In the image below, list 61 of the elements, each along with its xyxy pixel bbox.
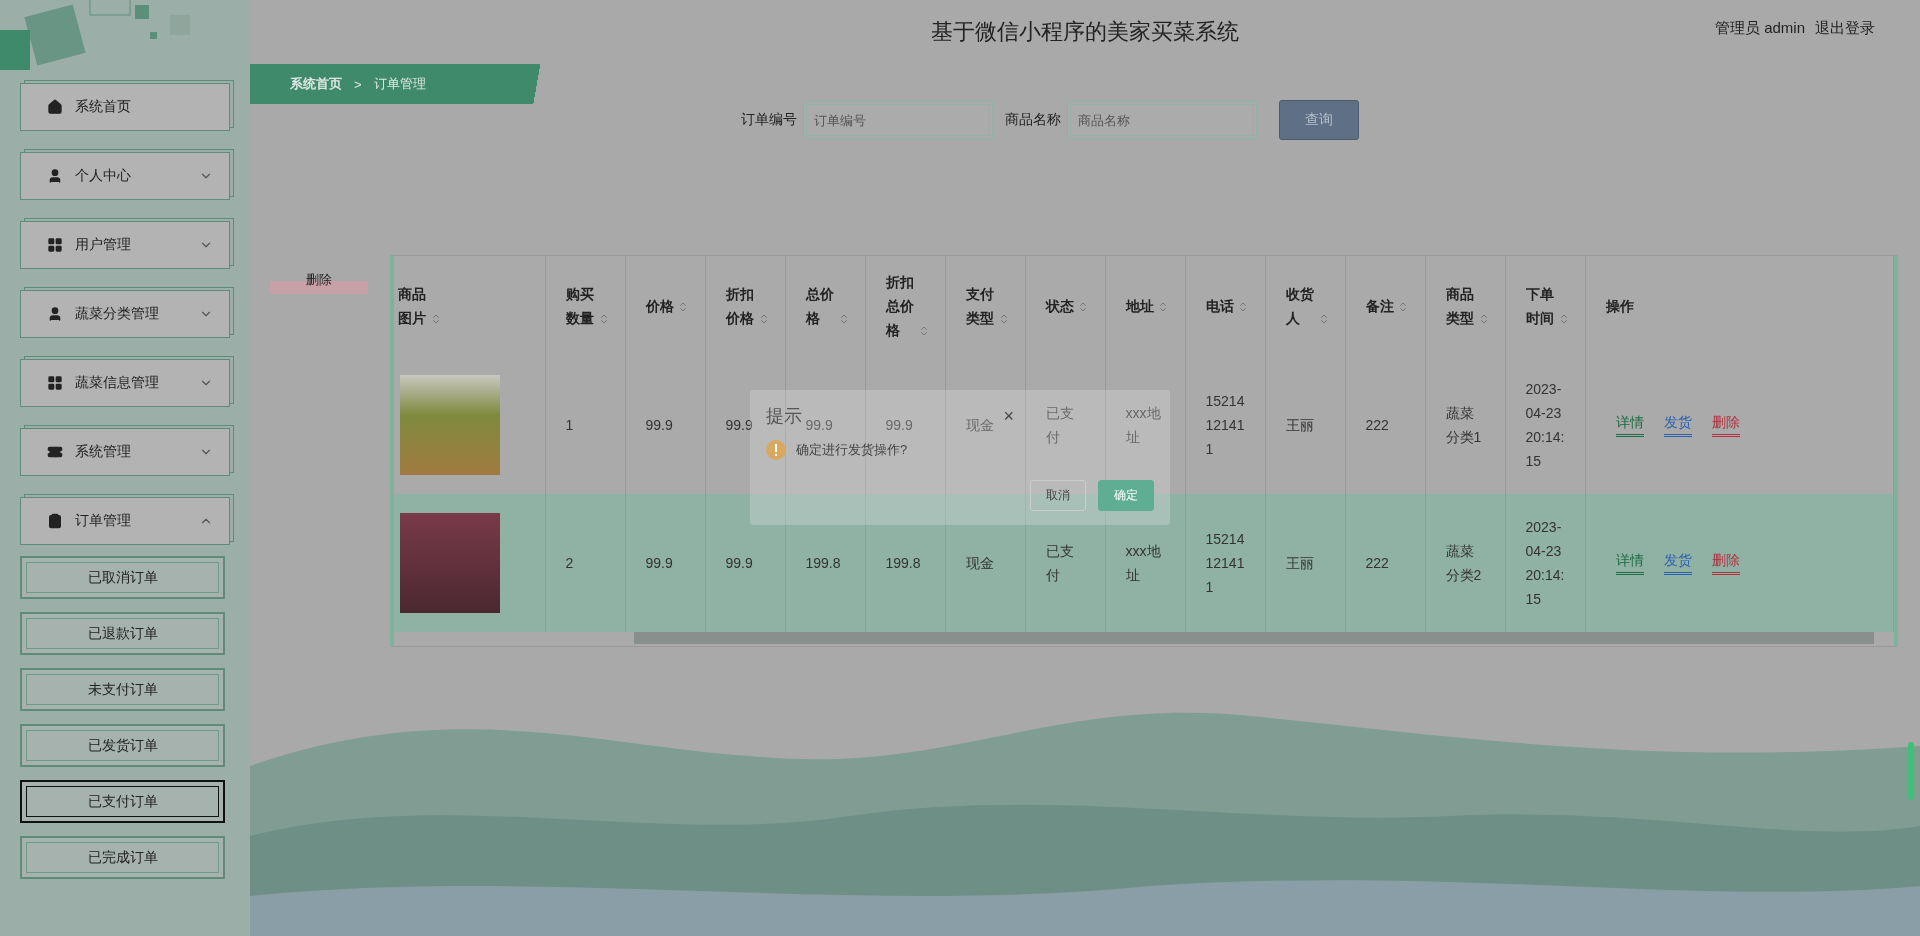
- submenu-item[interactable]: 已支付订单: [20, 780, 225, 823]
- page-title: 基于微信小程序的美家买菜系统: [931, 18, 1239, 46]
- clipboard-icon: [47, 513, 63, 529]
- submenu-item[interactable]: 未支付订单: [20, 668, 225, 711]
- table-cell: 王丽: [1265, 494, 1345, 632]
- scrollbar[interactable]: [1908, 742, 1914, 800]
- table-cell: 15214121411: [1185, 356, 1265, 494]
- submenu-item[interactable]: 已取消订单: [20, 556, 225, 599]
- table-cell: 2: [545, 494, 625, 632]
- table-cell: 王丽: [1265, 356, 1345, 494]
- submenu-item[interactable]: 已完成订单: [20, 836, 225, 879]
- table-cell: 199.8: [785, 494, 865, 632]
- scrollbar[interactable]: [634, 632, 1874, 644]
- column-header: 操作: [1605, 297, 1634, 316]
- submenu-item[interactable]: 已发货订单: [20, 724, 225, 767]
- input-field[interactable]: 商品名称: [1067, 101, 1257, 139]
- table-cell: 222: [1345, 494, 1425, 632]
- warning-icon: [766, 440, 786, 460]
- table-cell: 15214121411: [1185, 494, 1265, 632]
- dialog-title: 提示: [766, 405, 802, 428]
- logout-link[interactable]: 退出登录: [1815, 19, 1875, 38]
- grid-icon: [47, 237, 63, 253]
- field-label: 订单编号: [741, 111, 797, 129]
- user-label: 管理员 admin: [1714, 19, 1805, 38]
- column-header: 总价格: [805, 285, 835, 328]
- table-cell: 99.9: [625, 356, 705, 494]
- column-header: 收货人: [1285, 285, 1315, 328]
- breadcrumb-separator: >: [354, 76, 362, 92]
- column-header: 商品类型: [1445, 285, 1475, 328]
- user-icon: [47, 306, 63, 322]
- table-cell: 蔬菜分类1: [1425, 356, 1505, 494]
- submenu-item[interactable]: 已退款订单: [20, 612, 225, 655]
- input-field[interactable]: 订单编号: [803, 101, 993, 139]
- column-header: 商品图片: [398, 285, 427, 328]
- close-button[interactable]: ×: [1003, 405, 1014, 427]
- table-cell: 1: [545, 356, 625, 494]
- dialog-message: 确定进行发货操作?: [796, 441, 908, 459]
- sort-icon[interactable]: [430, 313, 442, 326]
- column-header: 状态: [1045, 297, 1074, 316]
- table-cell: 2023-04-23 20:14:15: [1505, 356, 1585, 494]
- column-header: 折扣总价格: [885, 273, 915, 340]
- table-cell: 199.8: [865, 494, 945, 632]
- column-header: 备注: [1365, 297, 1394, 316]
- column-header: 价格: [645, 297, 674, 316]
- column-header: 下单时间: [1525, 285, 1555, 328]
- field-label: 商品名称: [1005, 111, 1061, 129]
- column-header: 电话: [1205, 297, 1234, 316]
- table-cell: 99.9: [625, 494, 705, 632]
- column-header: 折扣价格: [725, 285, 755, 328]
- user-icon: [47, 168, 63, 184]
- grid-icon: [47, 375, 63, 391]
- ticket-icon: [47, 444, 63, 460]
- column-header: 地址: [1125, 297, 1154, 316]
- table-cell: 2023-04-23 20:14:15: [1505, 494, 1585, 632]
- table-cell: 99.9: [705, 494, 785, 632]
- table-cell: 蔬菜分类2: [1425, 494, 1505, 632]
- column-header: 购买数量: [565, 285, 595, 328]
- table-cell: 现金: [945, 494, 1025, 632]
- table-cell: 222: [1345, 356, 1425, 494]
- home-icon: [47, 99, 63, 115]
- column-header: 支付类型: [965, 285, 995, 328]
